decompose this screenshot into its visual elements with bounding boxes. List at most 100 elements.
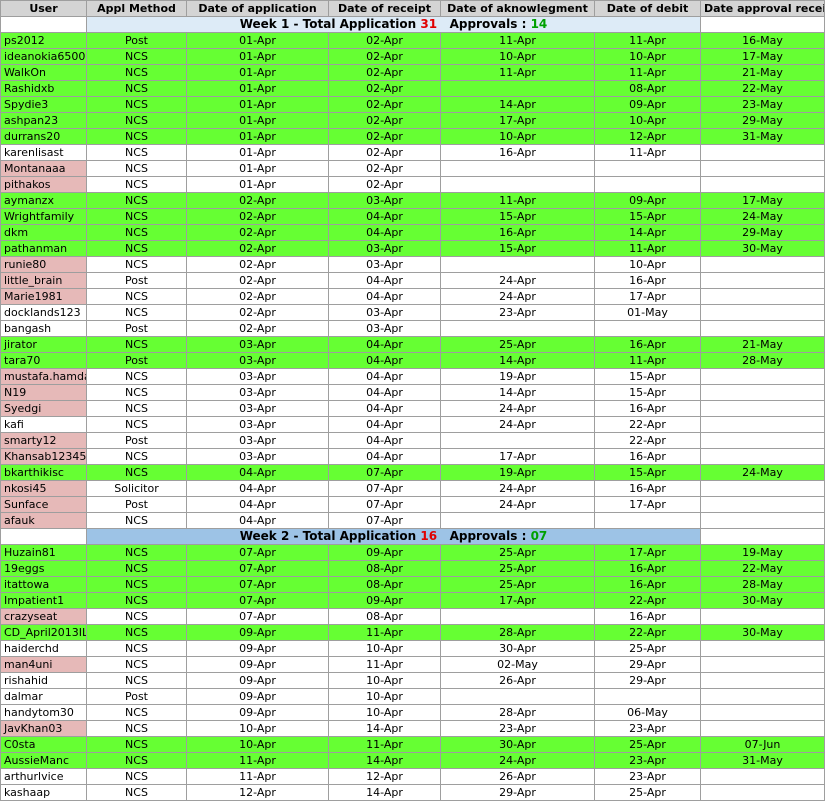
cell-appl-method[interactable]: NCS [86, 64, 187, 81]
cell-date-of-receipt[interactable]: 11-Apr [328, 624, 441, 641]
cell-user[interactable]: Huzain81 [0, 544, 87, 561]
cell-date-of-debit[interactable]: 16-Apr [594, 448, 701, 465]
cell-date-of-receipt[interactable]: 04-Apr [328, 384, 441, 401]
cell-date-of-debit[interactable]: 10-Apr [594, 256, 701, 273]
cell-appl-method[interactable]: Post [86, 688, 187, 705]
cell-appl-method[interactable]: NCS [86, 128, 187, 145]
cell-appl-method[interactable]: Solicitor [86, 480, 187, 497]
cell-date-of-application[interactable]: 03-Apr [186, 352, 329, 369]
cell-appl-method[interactable]: NCS [86, 720, 187, 737]
cell-date-of-receipt[interactable]: 07-Apr [328, 464, 441, 481]
cell-appl-method[interactable]: NCS [86, 624, 187, 641]
cell-date-of-debit[interactable]: 06-May [594, 704, 701, 721]
cell-date-of-receipt[interactable]: 03-Apr [328, 320, 441, 337]
cell-date-approval-received[interactable] [700, 688, 825, 705]
cell-date-of-debit[interactable]: 10-Apr [594, 48, 701, 65]
cell-user[interactable]: Montanaaa [0, 160, 87, 177]
cell-date-of-acknowledgment[interactable]: 25-Apr [440, 560, 595, 577]
cell-user[interactable]: rishahid [0, 672, 87, 689]
cell-user[interactable]: bkarthikisc [0, 464, 87, 481]
cell-date-of-receipt[interactable]: 04-Apr [328, 336, 441, 353]
cell-date-of-acknowledgment[interactable]: 10-Apr [440, 48, 595, 65]
cell-date-of-receipt[interactable]: 02-Apr [328, 128, 441, 145]
cell-date-of-acknowledgment[interactable]: 23-Apr [440, 720, 595, 737]
cell-date-of-receipt[interactable]: 02-Apr [328, 64, 441, 81]
cell-date-approval-received[interactable] [700, 400, 825, 417]
cell-date-of-receipt[interactable]: 08-Apr [328, 560, 441, 577]
cell-date-of-receipt[interactable]: 11-Apr [328, 656, 441, 673]
cell-date-of-application[interactable]: 11-Apr [186, 752, 329, 769]
cell-date-approval-received[interactable] [700, 144, 825, 161]
cell-date-of-debit[interactable]: 15-Apr [594, 208, 701, 225]
cell-user[interactable]: ashpan23 [0, 112, 87, 129]
cell-date-of-debit[interactable] [594, 160, 701, 177]
cell-appl-method[interactable]: NCS [86, 784, 187, 801]
cell-date-of-application[interactable]: 01-Apr [186, 144, 329, 161]
cell-date-of-receipt[interactable]: 02-Apr [328, 96, 441, 113]
cell-appl-method[interactable]: Post [86, 320, 187, 337]
cell-date-of-acknowledgment[interactable]: 28-Apr [440, 704, 595, 721]
cell-user[interactable]: AussieManc [0, 752, 87, 769]
cell-date-of-acknowledgment[interactable]: 17-Apr [440, 112, 595, 129]
cell-date-of-debit[interactable]: 16-Apr [594, 576, 701, 593]
cell-date-approval-received[interactable] [700, 160, 825, 177]
cell-date-of-application[interactable]: 07-Apr [186, 576, 329, 593]
cell-date-of-receipt[interactable]: 02-Apr [328, 160, 441, 177]
cell-user[interactable]: pathanman [0, 240, 87, 257]
cell-appl-method[interactable]: NCS [86, 704, 187, 721]
cell-appl-method[interactable]: NCS [86, 144, 187, 161]
cell-appl-method[interactable]: NCS [86, 224, 187, 241]
cell-date-of-application[interactable]: 09-Apr [186, 624, 329, 641]
cell-appl-method[interactable]: NCS [86, 176, 187, 193]
cell-user[interactable]: dkm [0, 224, 87, 241]
cell-date-of-acknowledgment[interactable]: 14-Apr [440, 352, 595, 369]
cell-date-of-acknowledgment[interactable]: 24-Apr [440, 480, 595, 497]
cell-date-of-receipt[interactable]: 10-Apr [328, 688, 441, 705]
cell-date-of-receipt[interactable]: 04-Apr [328, 224, 441, 241]
cell-date-of-receipt[interactable]: 03-Apr [328, 240, 441, 257]
cell-date-of-acknowledgment[interactable]: 26-Apr [440, 672, 595, 689]
cell-date-approval-received[interactable]: 17-May [700, 48, 825, 65]
cell-date-approval-received[interactable]: 21-May [700, 336, 825, 353]
cell-date-of-acknowledgment[interactable]: 25-Apr [440, 544, 595, 561]
cell-date-of-acknowledgment[interactable] [440, 160, 595, 177]
cell-user[interactable]: Marie1981 [0, 288, 87, 305]
cell-date-of-application[interactable]: 03-Apr [186, 432, 329, 449]
cell-date-of-application[interactable]: 01-Apr [186, 32, 329, 49]
cell-user[interactable]: durrans20 [0, 128, 87, 145]
cell-date-approval-received[interactable]: 29-May [700, 112, 825, 129]
cell-date-of-debit[interactable]: 11-Apr [594, 240, 701, 257]
cell-date-of-acknowledgment[interactable]: 23-Apr [440, 304, 595, 321]
cell-date-of-receipt[interactable]: 14-Apr [328, 784, 441, 801]
cell-date-of-debit[interactable]: 15-Apr [594, 464, 701, 481]
cell-appl-method[interactable]: NCS [86, 96, 187, 113]
cell-date-approval-received[interactable]: 29-May [700, 224, 825, 241]
week-band-cell[interactable]: Week 2 - Total Application 16 Approvals … [86, 528, 701, 545]
header-appl-method[interactable]: Appl Method [86, 0, 187, 17]
cell-user[interactable]: Sunface [0, 496, 87, 513]
cell-date-approval-received[interactable] [700, 272, 825, 289]
cell-date-of-acknowledgment[interactable]: 11-Apr [440, 192, 595, 209]
cell-user[interactable]: C0sta [0, 736, 87, 753]
cell-date-of-debit[interactable]: 16-Apr [594, 608, 701, 625]
week-band-spacer[interactable] [700, 16, 825, 33]
cell-appl-method[interactable]: Post [86, 272, 187, 289]
cell-user[interactable]: crazyseat [0, 608, 87, 625]
cell-date-of-acknowledgment[interactable] [440, 320, 595, 337]
cell-date-of-receipt[interactable]: 08-Apr [328, 576, 441, 593]
cell-appl-method[interactable]: NCS [86, 736, 187, 753]
cell-date-approval-received[interactable]: 21-May [700, 64, 825, 81]
cell-appl-method[interactable]: NCS [86, 464, 187, 481]
cell-user[interactable]: itattowa [0, 576, 87, 593]
cell-date-of-application[interactable]: 02-Apr [186, 304, 329, 321]
cell-date-approval-received[interactable]: 30-May [700, 624, 825, 641]
cell-date-of-acknowledgment[interactable]: 11-Apr [440, 32, 595, 49]
cell-date-approval-received[interactable] [700, 432, 825, 449]
cell-date-of-acknowledgment[interactable]: 29-Apr [440, 784, 595, 801]
cell-date-approval-received[interactable] [700, 176, 825, 193]
cell-date-of-debit[interactable] [594, 688, 701, 705]
cell-date-of-receipt[interactable]: 14-Apr [328, 720, 441, 737]
cell-date-of-debit[interactable]: 29-Apr [594, 656, 701, 673]
cell-date-of-debit[interactable] [594, 320, 701, 337]
week-band-spacer[interactable] [700, 528, 825, 545]
